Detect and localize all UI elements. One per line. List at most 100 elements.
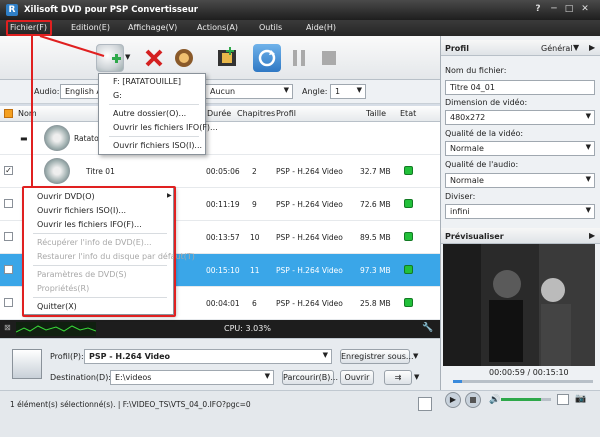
row-name: Titre 01 [86, 167, 115, 176]
row-checkbox[interactable] [4, 232, 13, 241]
file-list-header: Nom Durée Chapitres Profil Taille Etat [0, 106, 440, 122]
volume-fill [501, 398, 541, 401]
row-duree: 00:11:19 [206, 200, 240, 209]
fullscreen-button[interactable] [557, 394, 569, 405]
profile-mode-select[interactable]: Général [541, 44, 573, 53]
angle-select[interactable]: 1 ▼ [330, 84, 366, 99]
separator [109, 104, 199, 105]
stop-preview-button[interactable] [465, 392, 481, 408]
col-profil[interactable]: Profil [276, 109, 296, 118]
preview-seekbar[interactable] [453, 380, 593, 383]
add-dvd-button[interactable] [96, 44, 124, 72]
menu-aide[interactable]: Aide(H) [306, 23, 336, 32]
profil-label: Profil(P): [50, 352, 84, 361]
output-mode-button[interactable]: ⇉ [384, 370, 412, 385]
pause-button[interactable] [285, 44, 313, 72]
menu-outils[interactable]: Outils [259, 23, 282, 32]
camera-icon[interactable]: 📷 [575, 394, 586, 404]
row-checkbox[interactable]: ✓ [4, 166, 13, 175]
add-dvd-dropdown: F: [RATATOUILLE] G: Autre dossier(O)... … [98, 73, 218, 155]
psp-icon [12, 349, 42, 379]
minimize-button[interactable]: ─ [547, 3, 561, 16]
collapse-icon[interactable]: ▬ [20, 134, 28, 143]
row-checkbox[interactable] [4, 298, 13, 307]
red-x-icon [145, 49, 163, 67]
angle-value: 1 [335, 87, 341, 96]
cpu-usage: CPU: 3.03% [224, 324, 271, 333]
convert-button[interactable] [253, 44, 281, 72]
save-as-button[interactable]: Enregistrer sous... [340, 349, 414, 364]
col-etat[interactable]: Etat [400, 109, 416, 118]
add-profile-button[interactable] [213, 44, 241, 72]
row-checkbox[interactable] [4, 265, 13, 274]
log-button[interactable] [418, 397, 432, 411]
status-ok-icon [404, 166, 413, 175]
preview-video [443, 244, 595, 366]
close-log-icon[interactable]: ⊠ [4, 323, 11, 332]
dropdown-item-open-ifo[interactable]: Ouvrir les fichiers IFO(F)... [113, 123, 218, 132]
app-logo: R [6, 4, 18, 16]
destination-select[interactable]: E:\videos ▼ [110, 370, 274, 385]
wrench-icon[interactable]: 🔧 [422, 323, 433, 333]
row-profil: PSP - H.264 Video [276, 167, 343, 176]
audio-quality-select[interactable]: Normale ▼ [445, 173, 595, 188]
split-select[interactable]: infini ▼ [445, 204, 595, 219]
panel-arrow-icon[interactable]: ▶ [589, 231, 595, 240]
help-icon[interactable]: ? [531, 3, 545, 16]
output-settings: Profil(P): PSP - H.264 Video ▼ Enregistre… [0, 338, 440, 390]
add-dropdown-arrow-icon[interactable]: ▼ [125, 53, 130, 61]
preview-title: Prévisualiser [445, 232, 504, 241]
subtitle-select[interactable]: Aucun ▼ [205, 84, 293, 99]
chevron-down-icon: ▼ [322, 351, 328, 359]
split-label: Diviser: [445, 192, 476, 201]
dropdown-item-drive-f[interactable]: F: [RATATOUILLE] [113, 77, 181, 86]
dimension-select[interactable]: 480x272 ▼ [445, 110, 595, 125]
save-as-label: Enregistrer sous... [341, 352, 414, 361]
row-chapitres: 10 [250, 233, 260, 242]
remove-button[interactable] [140, 44, 168, 72]
dvd-icon [44, 125, 70, 151]
chevron-down-icon: ▼ [585, 143, 591, 151]
menu-bar: Fichier(F) Edition(E) Affichage(V) Actio… [0, 20, 600, 36]
row-duree: 00:13:57 [206, 233, 240, 242]
chevron-down-icon[interactable]: ▼ [573, 43, 579, 52]
chevron-down-icon: ▼ [356, 86, 362, 94]
profile-panel-title: Profil [445, 44, 469, 53]
open-button[interactable]: Ouvrir [340, 370, 374, 385]
convert-icon [258, 49, 276, 67]
play-button[interactable]: ▶ [445, 392, 461, 408]
browse-button[interactable]: Parcourir(B)... [282, 370, 338, 385]
video-quality-select[interactable]: Normale ▼ [445, 141, 595, 156]
table-row[interactable]: ▬ Ratatou [0, 122, 440, 155]
close-button[interactable]: ✕ [578, 3, 592, 16]
select-all-checkbox[interactable] [4, 109, 13, 118]
stop-button[interactable] [315, 44, 343, 72]
col-chapitres[interactable]: Chapitres [237, 109, 275, 118]
menu-edition[interactable]: Edition(E) [71, 23, 110, 32]
table-row[interactable]: ✓ Titre 01 00:05:06 2 PSP - H.264 Video … [0, 155, 440, 188]
row-checkbox[interactable] [4, 199, 13, 208]
chevron-down-icon: ▼ [264, 372, 270, 380]
maximize-button[interactable]: □ [562, 3, 576, 16]
highlight-fichier-dropdown [22, 186, 176, 317]
col-duree[interactable]: Durée [207, 109, 231, 118]
audio-quality-label: Qualité de l'audio: [445, 160, 519, 169]
save-as-dropdown-icon[interactable]: ▼ [413, 352, 418, 360]
output-mode-dropdown-icon[interactable]: ▼ [414, 373, 419, 381]
preview-time: 00:00:59 / 00:15:10 [489, 368, 569, 377]
menu-actions[interactable]: Actions(A) [197, 23, 238, 32]
panel-arrow-icon[interactable]: ▶ [589, 43, 595, 52]
video-quality-label: Qualité de la vidéo: [445, 129, 524, 138]
preview-header: Prévisualiser ▶ [441, 228, 600, 244]
filename-field[interactable]: Titre 04_01 [445, 80, 595, 95]
col-nom[interactable]: Nom [18, 109, 37, 118]
col-taille[interactable]: Taille [366, 109, 386, 118]
clear-button[interactable] [170, 44, 198, 72]
dropdown-item-other-folder[interactable]: Autre dossier(O)... [113, 109, 186, 118]
dropdown-item-drive-g[interactable]: G: [113, 91, 122, 100]
dropdown-item-open-iso[interactable]: Ouvrir fichiers ISO(I)... [113, 141, 202, 150]
menu-affichage[interactable]: Affichage(V) [128, 23, 177, 32]
profil-select[interactable]: PSP - H.264 Video ▼ [84, 349, 332, 364]
volume-slider[interactable] [501, 398, 551, 401]
volume-icon[interactable]: 🔊 [489, 395, 500, 405]
